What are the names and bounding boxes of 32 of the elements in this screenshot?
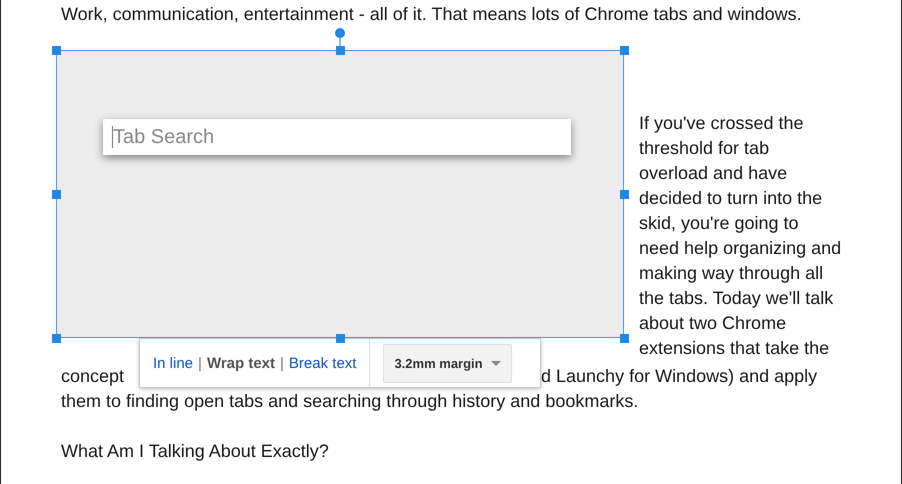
body-text-line: concept	[61, 365, 124, 388]
resize-handle[interactable]	[620, 334, 629, 343]
resize-handle[interactable]	[336, 334, 345, 343]
separator: |	[198, 354, 202, 374]
separator: |	[280, 354, 284, 374]
body-text-line: decided to turn into the	[639, 187, 824, 210]
body-text-line: need help organizing and	[639, 237, 842, 260]
resize-handle[interactable]	[620, 190, 629, 199]
body-text-line: threshold for tab	[639, 137, 770, 160]
image-frame[interactable]: Tab Search	[56, 50, 624, 338]
wrap-option-link[interactable]: In line	[153, 350, 194, 376]
resize-handle[interactable]	[52, 334, 61, 343]
body-text-line: about two Chrome	[639, 312, 788, 335]
body-text-line: overload and have	[639, 162, 788, 185]
wrap-option-link[interactable]: Break text	[288, 350, 356, 376]
body-text-line: the tabs. Today we'll talk	[639, 287, 834, 310]
resize-handle[interactable]	[620, 46, 629, 55]
body-text-line: them to finding open tabs and searching through history and bookmarks.	[61, 390, 640, 413]
body-text-line: skid, you're going to	[639, 212, 800, 235]
body-text-line: If you've crossed the	[639, 112, 805, 135]
wrap-option-link[interactable]: Wrap text	[206, 350, 276, 376]
body-text-line: making way through all	[639, 262, 824, 285]
resize-handle[interactable]	[52, 190, 61, 199]
margin-dropdown[interactable]: 3.2mm margin	[383, 344, 512, 382]
resize-handle[interactable]	[52, 46, 61, 55]
search-field[interactable]: Tab Search	[103, 119, 571, 155]
caret-icon	[490, 360, 501, 366]
body-text-line: Work, communication, entertainment - all of it. That means lots of Chrome tabs and windows.	[61, 3, 803, 26]
resize-handle[interactable]	[336, 46, 345, 55]
body-text-line: extensions that take the	[639, 337, 830, 360]
body-text-line: d Launchy for Windows) and apply	[541, 365, 818, 388]
section-heading: What Am I Talking About Exactly?	[61, 440, 330, 463]
